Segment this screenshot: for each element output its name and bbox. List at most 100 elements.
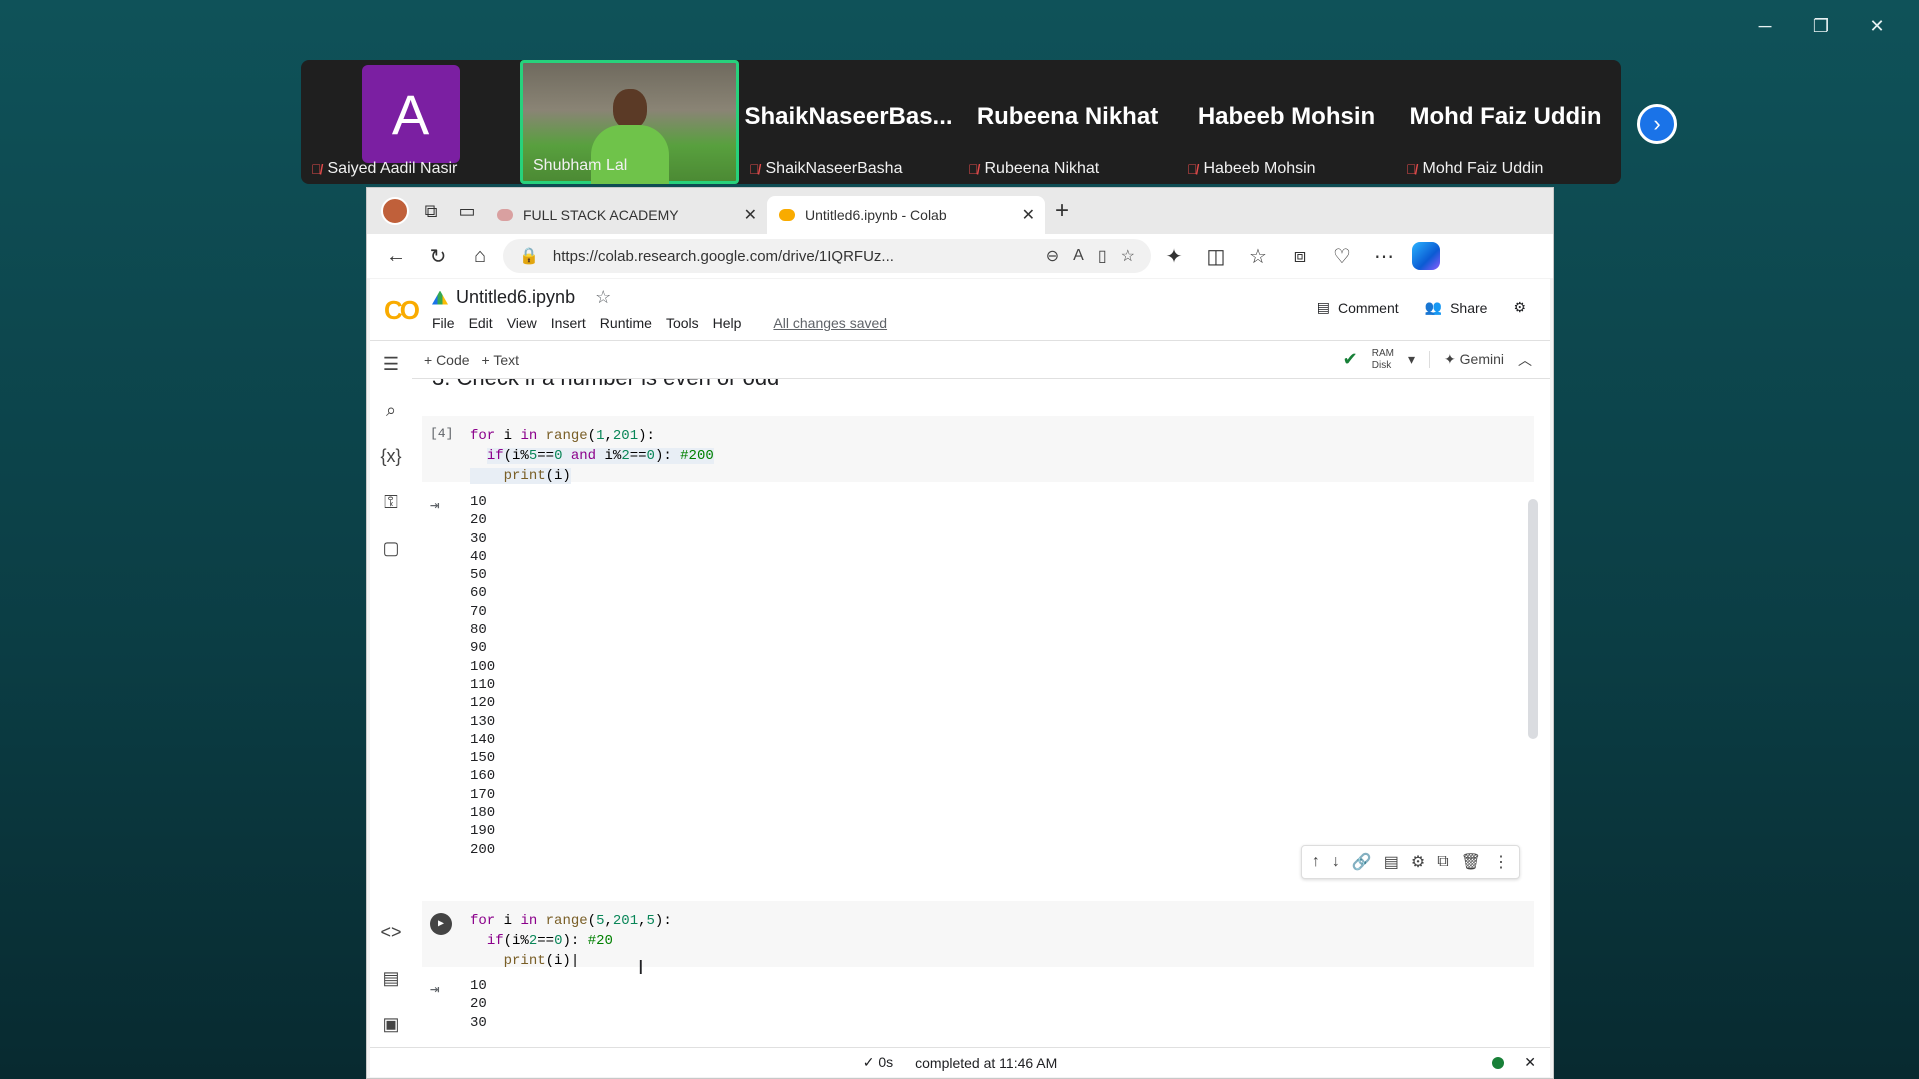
minimize-button[interactable]: ─ [1737, 12, 1793, 40]
scrollbar[interactable] [1528, 499, 1538, 739]
menu-runtime[interactable]: Runtime [600, 315, 652, 331]
favorites-icon[interactable]: ☆ [1239, 240, 1277, 272]
share-button[interactable]: 👥 Share [1425, 299, 1488, 316]
delete-icon[interactable]: 🗑 [1461, 852, 1481, 872]
output-line: 10 [470, 978, 487, 994]
participant-tile[interactable]: Mohd Faiz Uddin 🎙̸ Mohd Faiz Uddin [1396, 60, 1615, 184]
colab-app: CO Untitled6.ipynb ☆ File Edit View Inse… [370, 279, 1550, 1077]
output-line: 150 [470, 750, 496, 767]
favorite-star-icon[interactable]: ☆ [1121, 246, 1135, 266]
participant-tile[interactable]: Habeeb Mohsin 🎙̸ Habeeb Mohsin [1177, 60, 1396, 184]
menu-edit[interactable]: Edit [469, 315, 493, 331]
participant-name: Rubeena Nikhat [984, 160, 1100, 177]
new-tab-button[interactable]: + [1055, 197, 1069, 225]
settings-button[interactable]: ⚙ [1513, 299, 1526, 316]
close-tab-icon[interactable]: ✕ [1022, 205, 1035, 225]
code-cell[interactable]: [4] for i in range(1,201): if(i%5==0 and… [422, 416, 1534, 484]
home-icon[interactable]: ⌂ [461, 240, 499, 272]
output-lines: 10 20 30 [470, 977, 487, 1032]
refresh-icon[interactable]: ↻ [419, 240, 457, 272]
notebook-title[interactable]: Untitled6.ipynb [456, 287, 575, 308]
cell-output: ⇥ 10 20 30 [422, 977, 1540, 1037]
collapse-header-icon[interactable]: ︿ [1518, 350, 1532, 370]
colab-logo[interactable]: CO [384, 295, 420, 326]
url-field[interactable]: 🔒 https://colab.research.google.com/driv… [503, 239, 1151, 273]
participant-tile[interactable]: ShaikNaseerBas... 🎙̸ ShaikNaseerBasha [739, 60, 958, 184]
copilot-button[interactable] [1407, 240, 1445, 272]
participant-tile[interactable]: Rubeena Nikhat 🎙̸ Rubeena Nikhat [958, 60, 1177, 184]
secrets-key-icon[interactable]: ⚿ [373, 479, 409, 525]
files-folder-icon[interactable]: ▢ [373, 525, 409, 571]
participant-name: Shubham Lal [533, 157, 628, 174]
browser-window: ⧉ ▭ FULL STACK ACADEMY ✕ Untitled6.ipynb… [366, 187, 1554, 1079]
menu-tools[interactable]: Tools [666, 315, 699, 331]
close-tab-icon[interactable]: ✕ [744, 205, 757, 225]
participants-strip: A 🎙̸ Saiyed Aadil Nasir Shubham Lal Shaik… [301, 60, 1621, 184]
output-line: 130 [470, 713, 496, 730]
participant-name: Saiyed Aadil Nasir [327, 160, 458, 177]
status-text: completed at 11:46 AM [915, 1054, 1058, 1071]
menu-view[interactable]: View [507, 315, 537, 331]
status-time: ✓ 0s [862, 1054, 894, 1070]
notebook-toolbar: + Code + Text ✔ RAM Disk ▾ ✦ Gemini ︿ [412, 341, 1550, 379]
code-cell[interactable]: ▶ for i in range(5,201,5): if(i%2==0): #… [422, 901, 1534, 969]
comment-icon[interactable]: ▤ [1384, 852, 1399, 872]
add-text-button[interactable]: + Text [482, 352, 520, 368]
command-palette-icon[interactable]: ▤ [373, 955, 409, 1001]
more-icon[interactable]: ⋯ [1365, 240, 1403, 272]
menu-help[interactable]: Help [713, 315, 742, 331]
move-down-icon[interactable]: ↓ [1332, 853, 1340, 871]
terminal-icon[interactable]: ▣ [373, 1001, 409, 1047]
output-toggle-icon[interactable]: ⇥ [430, 979, 440, 999]
resource-monitor[interactable]: RAM Disk [1372, 348, 1394, 372]
participant-display-name: Mohd Faiz Uddin [1409, 103, 1602, 130]
participant-video-tile[interactable]: Shubham Lal [520, 60, 739, 184]
workspaces-icon[interactable]: ⧉ [413, 195, 449, 227]
participant-name: Habeeb Mohsin [1203, 160, 1316, 177]
comment-button[interactable]: ▤ Comment [1317, 299, 1399, 316]
variables-icon[interactable]: {x} [373, 433, 409, 479]
chevron-down-icon[interactable]: ▾ [1408, 351, 1415, 368]
mic-off-icon: 🎙̸ [1187, 161, 1198, 177]
zoom-icon[interactable]: ⊖ [1046, 246, 1059, 266]
next-participants-button[interactable]: › [1637, 104, 1677, 144]
table-of-contents-icon[interactable]: ☰ [373, 341, 409, 387]
participant-tile[interactable]: A 🎙̸ Saiyed Aadil Nasir [301, 60, 520, 184]
add-code-button[interactable]: + Code [424, 352, 470, 368]
immersive-reader-icon[interactable]: ▯ [1098, 246, 1107, 266]
more-vert-icon[interactable]: ⋮ [1493, 852, 1509, 872]
search-icon[interactable]: ⌕ [373, 387, 409, 433]
menu-insert[interactable]: Insert [551, 315, 586, 331]
back-icon[interactable]: ← [377, 240, 415, 272]
code-snippets-icon[interactable]: <> [373, 909, 409, 955]
gear-icon[interactable]: ⚙ [1411, 852, 1425, 872]
save-status-link[interactable]: All changes saved [773, 315, 887, 331]
profile-button[interactable] [377, 195, 413, 227]
drive-icon [432, 290, 448, 305]
split-screen-icon[interactable]: ◫ [1197, 240, 1235, 272]
run-cell-button[interactable]: ▶ [430, 913, 452, 935]
tab-actions-icon[interactable]: ▭ [449, 195, 485, 227]
mirror-cell-icon[interactable]: ⧉ [1437, 853, 1448, 871]
close-window-button[interactable]: ✕ [1849, 12, 1905, 40]
menu-file[interactable]: File [432, 315, 455, 331]
mic-off-icon: 🎙̸ [311, 161, 322, 177]
favicon-icon [497, 209, 513, 221]
gemini-button[interactable]: ✦ Gemini [1429, 351, 1504, 368]
output-toggle-icon[interactable]: ⇥ [430, 495, 440, 515]
restore-button[interactable]: ❐ [1793, 12, 1849, 40]
collections-icon[interactable]: ⧈ [1281, 240, 1319, 272]
read-aloud-icon[interactable]: A [1073, 247, 1084, 265]
output-line: 30 [470, 1014, 487, 1031]
participant-display-name: Habeeb Mohsin [1197, 103, 1376, 130]
tab-full-stack-academy[interactable]: FULL STACK ACADEMY ✕ [485, 196, 767, 234]
browser-essentials-icon[interactable]: ♡ [1323, 240, 1361, 272]
close-status-icon[interactable]: ✕ [1524, 1054, 1536, 1071]
tab-colab[interactable]: Untitled6.ipynb - Colab ✕ [767, 196, 1045, 234]
extensions-icon[interactable]: ✦ [1155, 240, 1193, 272]
link-icon[interactable]: 🔗 [1352, 852, 1372, 872]
mic-off-icon: 🎙̸ [749, 161, 760, 177]
star-icon[interactable]: ☆ [595, 287, 611, 308]
move-up-icon[interactable]: ↑ [1312, 853, 1320, 871]
cell-source[interactable]: for i in range(1,201): if(i%5==0 and i%2… [470, 426, 714, 486]
